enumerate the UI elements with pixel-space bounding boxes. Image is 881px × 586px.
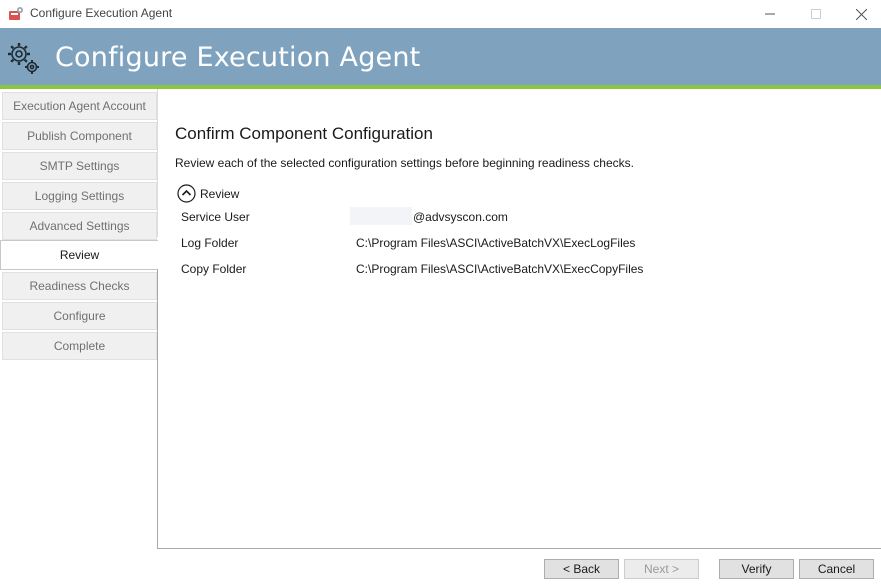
- step-smtp-settings[interactable]: SMTP Settings: [2, 152, 157, 180]
- app-icon: [9, 7, 23, 20]
- review-section-label[interactable]: Review: [200, 187, 239, 201]
- step-readiness-checks[interactable]: Readiness Checks: [2, 272, 157, 300]
- service-user-label: Service User: [181, 210, 250, 224]
- copy-folder-value: C:\Program Files\ASCI\ActiveBatchVX\Exec…: [356, 262, 644, 276]
- step-execution-agent-account[interactable]: Execution Agent Account: [2, 92, 157, 120]
- verify-button[interactable]: Verify: [719, 559, 794, 579]
- content-divider-left: [157, 269, 158, 549]
- log-folder-value: C:\Program Files\ASCI\ActiveBatchVX\Exec…: [356, 236, 636, 250]
- step-configure[interactable]: Configure: [2, 302, 157, 330]
- log-folder-label: Log Folder: [181, 236, 239, 250]
- step-review[interactable]: Review: [0, 240, 158, 270]
- title-bar: Configure Execution Agent: [0, 0, 881, 28]
- maximize-icon: [811, 9, 821, 19]
- minimize-button[interactable]: [747, 0, 793, 28]
- banner-title: Configure Execution Agent: [55, 42, 421, 73]
- next-button[interactable]: Next >: [624, 559, 699, 579]
- page-title: Confirm Component Configuration: [175, 124, 433, 143]
- collapse-chevron-up-icon[interactable]: [177, 184, 196, 203]
- content-divider-bottom: [157, 548, 881, 549]
- step-complete[interactable]: Complete: [2, 332, 157, 360]
- service-user-value: @advsyscon.com: [413, 210, 508, 224]
- content-divider-top: [157, 89, 158, 237]
- gears-icon: [8, 43, 39, 74]
- step-logging-settings[interactable]: Logging Settings: [2, 182, 157, 210]
- redacted-username: [350, 207, 412, 225]
- cancel-button[interactable]: Cancel: [799, 559, 874, 579]
- window-title: Configure Execution Agent: [30, 6, 173, 20]
- close-icon: [855, 8, 867, 20]
- maximize-button[interactable]: [793, 0, 839, 28]
- close-button[interactable]: [838, 0, 881, 28]
- copy-folder-label: Copy Folder: [181, 262, 247, 276]
- step-advanced-settings[interactable]: Advanced Settings: [2, 212, 157, 240]
- minimize-icon: [765, 13, 775, 15]
- back-button[interactable]: < Back: [544, 559, 619, 579]
- page-description: Review each of the selected configuratio…: [175, 156, 634, 170]
- step-publish-component[interactable]: Publish Component: [2, 122, 157, 150]
